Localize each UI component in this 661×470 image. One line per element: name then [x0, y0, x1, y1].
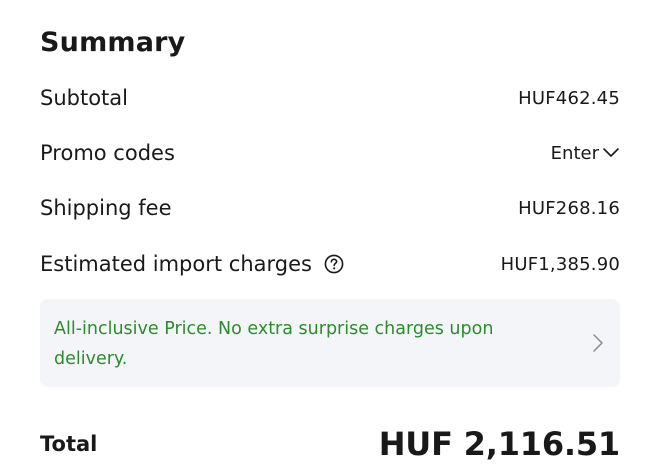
- order-summary: Summary Subtotal HUF462.45 Promo codes E…: [40, 0, 620, 470]
- total-value: HUF 2,116.51: [378, 425, 620, 463]
- shipping-fee-label: Shipping fee: [40, 196, 172, 220]
- shipping-fee-row: Shipping fee HUF268.16: [40, 192, 620, 224]
- summary-title: Summary: [40, 27, 186, 58]
- notice-text: All-inclusive Price. No extra surprise c…: [54, 319, 494, 369]
- import-charges-label: Estimated import charges: [40, 252, 312, 276]
- import-charges-label-group: Estimated import charges: [40, 252, 344, 276]
- question-circle-icon[interactable]: [324, 254, 344, 274]
- promo-codes-enter-label: Enter: [550, 142, 599, 164]
- chevron-right-icon: [593, 334, 603, 352]
- promo-codes-row: Promo codes Enter: [40, 137, 620, 169]
- import-charges-value: HUF1,385.90: [500, 253, 620, 275]
- shipping-fee-value: HUF268.16: [518, 197, 620, 219]
- promo-codes-label: Promo codes: [40, 141, 175, 165]
- total-label: Total: [40, 432, 98, 456]
- subtotal-row: Subtotal HUF462.45: [40, 82, 620, 114]
- subtotal-label: Subtotal: [40, 86, 128, 110]
- promo-codes-enter-button[interactable]: Enter: [551, 143, 620, 164]
- all-inclusive-price-notice[interactable]: All-inclusive Price. No extra surprise c…: [40, 299, 620, 387]
- import-charges-row: Estimated import charges HUF1,385.90: [40, 248, 620, 280]
- total-row: Total HUF 2,116.51: [40, 420, 620, 468]
- subtotal-value: HUF462.45: [518, 87, 620, 109]
- chevron-down-icon: [603, 148, 619, 157]
